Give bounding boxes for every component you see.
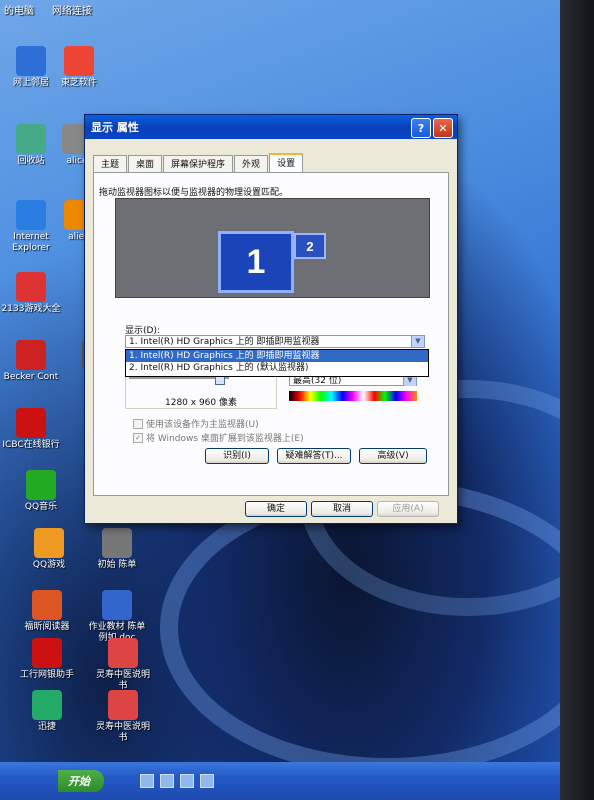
- network-icon: [16, 46, 46, 76]
- checkbox-box[interactable]: [133, 418, 143, 429]
- cancel-button[interactable]: 取消: [311, 501, 373, 517]
- display-properties-dialog: 显示 属性 ? ✕ 主题 桌面 屏幕保护程序 外观 设置 拖动监视器图标以便与监…: [84, 114, 458, 524]
- ie-icon: [16, 200, 46, 230]
- instruction-text: 拖动监视器图标以便与监视器的物理设置匹配。: [99, 188, 289, 198]
- identify-button[interactable]: 识别(I): [205, 448, 269, 464]
- desktop-icon-label: 迅捷: [37, 722, 56, 732]
- desktop-icon[interactable]: 初始 陈单: [86, 528, 148, 571]
- desktop-icon-label: 工行网银助手: [19, 670, 74, 680]
- dialog-title: 显示 属性: [91, 121, 139, 134]
- resolution-slider-track[interactable]: [129, 377, 229, 379]
- monitor-1-icon[interactable]: 1: [218, 231, 294, 293]
- word-icon: [102, 590, 132, 620]
- advanced-button[interactable]: 高级(V): [359, 448, 427, 464]
- color-preview-bar: [289, 391, 417, 401]
- desktop-icon[interactable]: ICBC在线银行: [0, 408, 62, 451]
- icbc-helper-icon: [32, 638, 62, 668]
- dropdown-option[interactable]: 1. Intel(R) HD Graphics 上的 即插即用监视器: [126, 350, 428, 362]
- doc-icon-2: [102, 528, 132, 558]
- dialog-titlebar[interactable]: 显示 属性 ? ✕: [85, 115, 457, 139]
- desktop-icon[interactable]: 福昕阅读器: [16, 590, 78, 633]
- quick-launch-icon[interactable]: [140, 774, 154, 788]
- pdf-icon: [108, 638, 138, 668]
- desktop-icon-label: ICBC在线银行: [2, 440, 60, 450]
- checkbox-box[interactable]: ✓: [133, 432, 143, 443]
- chevron-down-icon[interactable]: ▼: [411, 336, 424, 347]
- qqmusic-icon: [26, 470, 56, 500]
- desktop-icon-label: 東芝软件: [60, 78, 97, 88]
- quick-launch-icon[interactable]: [200, 774, 214, 788]
- display-dropdown-list: 1. Intel(R) HD Graphics 上的 即插即用监视器 2. In…: [125, 349, 429, 377]
- start-button[interactable]: 开始: [58, 770, 104, 792]
- desktop-icon-label: 福昕阅读器: [24, 622, 70, 632]
- qqgame-icon: [34, 528, 64, 558]
- desktop-icon-label: Becker Cont: [3, 372, 59, 382]
- taskbar: 开始: [0, 762, 560, 800]
- desktop-icon[interactable]: QQ音乐: [10, 470, 72, 513]
- desktop-top-label: 的电脑: [4, 6, 34, 17]
- desktop-top-label: 网络连接: [52, 6, 92, 17]
- game-2133-icon: [16, 272, 46, 302]
- troubleshoot-button[interactable]: 疑难解答(T)...: [277, 448, 351, 464]
- quick-launch: [140, 774, 214, 788]
- monitor-arrangement-area[interactable]: 1 2: [115, 198, 430, 298]
- pdf-icon-2: [108, 690, 138, 720]
- quick-launch-icon[interactable]: [180, 774, 194, 788]
- desktop-icon-label: QQ音乐: [24, 502, 58, 512]
- desktop-icon-label: 灵寿中医说明书: [95, 722, 150, 743]
- desktop: 的电脑 网络连接 网上邻居 東芝软件 回收站 alice Internet Explor…: [0, 0, 560, 800]
- quick-launch-icon[interactable]: [160, 774, 174, 788]
- ok-button[interactable]: 确定: [245, 501, 307, 517]
- help-button[interactable]: ?: [411, 118, 431, 138]
- becker-icon: [16, 340, 46, 370]
- extend-desktop-checkbox[interactable]: ✓ 将 Windows 桌面扩展到该监视器上(E): [133, 431, 304, 444]
- desktop-icon-label: QQ游戏: [32, 560, 66, 570]
- apply-button[interactable]: 应用(A): [377, 501, 439, 517]
- desktop-icon[interactable]: Becker Cont: [0, 340, 62, 383]
- foxit-icon: [32, 590, 62, 620]
- monitor-bezel: [560, 0, 594, 800]
- xunjie-icon: [32, 690, 62, 720]
- resolution-text: 1280 x 960 像素: [165, 398, 237, 408]
- color-quality-value: 最高(32 位): [293, 376, 342, 386]
- start-label: 开始: [68, 775, 90, 788]
- toshiba-software-icon: [64, 46, 94, 76]
- display-select-value: 1. Intel(R) HD Graphics 上的 即插即用监视器: [129, 337, 320, 347]
- monitor-2-icon[interactable]: 2: [294, 233, 326, 259]
- dropdown-option[interactable]: 2. Intel(R) HD Graphics 上的 (默认监视器): [126, 362, 428, 374]
- recycle-bin-icon: [16, 124, 46, 154]
- desktop-icon[interactable]: 東芝软件: [48, 46, 110, 89]
- desktop-icon[interactable]: 迅捷: [16, 690, 78, 733]
- desktop-icon-label: 2133游戏大全: [1, 304, 61, 314]
- desktop-icon[interactable]: 2133游戏大全: [0, 272, 62, 315]
- desktop-icon[interactable]: 工行网银助手: [16, 638, 78, 681]
- icbc-icon: [16, 408, 46, 438]
- desktop-icon[interactable]: 作业教材 陈单例如.doc: [86, 590, 148, 644]
- checkbox-label: 将 Windows 桌面扩展到该监视器上(E): [146, 434, 304, 444]
- checkbox-label: 使用该设备作为主监视器(U): [146, 420, 259, 430]
- desktop-icon[interactable]: 灵寿中医说明书: [92, 690, 154, 744]
- help-icon: ?: [417, 121, 425, 135]
- desktop-icon-label: 灵寿中医说明书: [95, 670, 150, 691]
- close-button[interactable]: ✕: [433, 118, 453, 138]
- desktop-icon[interactable]: 灵寿中医说明书: [92, 638, 154, 692]
- desktop-icon-label: 初始 陈单: [97, 560, 137, 570]
- desktop-icon[interactable]: QQ游戏: [18, 528, 80, 571]
- primary-monitor-checkbox[interactable]: 使用该设备作为主监视器(U): [133, 417, 259, 430]
- display-select[interactable]: 1. Intel(R) HD Graphics 上的 即插即用监视器 ▼: [125, 335, 425, 348]
- close-icon: ✕: [438, 121, 448, 135]
